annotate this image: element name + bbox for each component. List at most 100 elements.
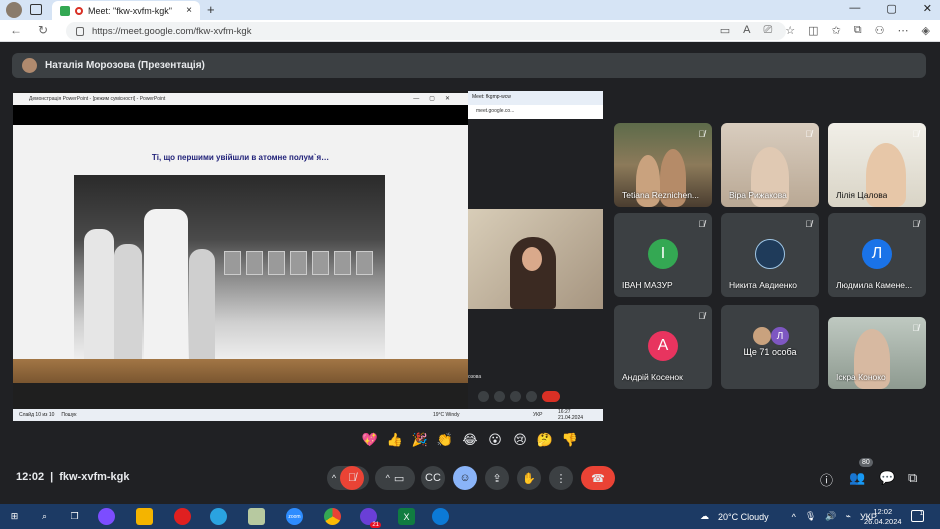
chat-icon[interactable]: 💬: [879, 470, 895, 486]
tab-title: Meet: "fkw-xvfm-kgk": [88, 5, 172, 16]
participant-tile-0[interactable]: 🎙̸ Tetiana Reznichen...: [614, 123, 712, 207]
favorites-icon[interactable]: ✩: [832, 24, 841, 37]
camera-permission-icon[interactable]: ▭: [720, 24, 730, 37]
participant-tile-more[interactable]: Л Ще 71 особа: [721, 305, 819, 389]
task-view-icon[interactable]: ❒: [66, 508, 83, 525]
meeting-details-icon[interactable]: ⓘ: [820, 470, 833, 489]
presenter-search: Пошук: [61, 412, 77, 418]
reaction-party-icon[interactable]: 🎉: [410, 430, 430, 450]
maximize-button[interactable]: ▢: [886, 2, 896, 15]
presenter-label: Наталія Морозова (Презентація): [45, 60, 205, 71]
profile-avatar[interactable]: [6, 2, 22, 18]
url-text: https://meet.google.com/fkw-xvfm-kgk: [92, 25, 252, 37]
collections-icon[interactable]: ⧉: [854, 24, 862, 37]
participant-name: Андрій Косенок: [622, 372, 683, 382]
extensions-icon[interactable]: ⚇: [875, 24, 885, 37]
camera-icon[interactable]: ▭: [394, 472, 404, 485]
new-tab-button[interactable]: +: [207, 2, 215, 17]
network-icon[interactable]: ⌁: [846, 511, 851, 522]
camera-control[interactable]: ^ ▭: [375, 466, 415, 490]
copilot-app-icon[interactable]: [98, 508, 115, 525]
reaction-clap-icon[interactable]: 👏: [435, 430, 455, 450]
participant-tile-8[interactable]: 🎙̸ Іскра Коноко: [828, 317, 926, 389]
minimize-button[interactable]: —: [849, 2, 860, 15]
participant-avatar: А: [648, 331, 678, 361]
muted-mic-icon: 🎙̸: [912, 323, 919, 333]
close-window-button[interactable]: ✕: [923, 2, 932, 15]
lock-icon[interactable]: [76, 26, 84, 36]
read-aloud-icon[interactable]: A: [743, 24, 750, 37]
muted-mic-icon: 🎙̸: [912, 129, 919, 139]
participant-tile-4[interactable]: 🎙̸ Никита Авдиенко: [721, 213, 819, 297]
camera-options-chevron-icon[interactable]: ^: [386, 473, 390, 483]
app-icon[interactable]: [248, 508, 265, 525]
excel-icon[interactable]: X: [398, 508, 415, 525]
address-toolbar: ← ↻ https://meet.google.com/fkw-xvfm-kgk…: [0, 20, 940, 42]
file-explorer-icon[interactable]: [136, 508, 153, 525]
chrome-icon[interactable]: [324, 508, 341, 525]
tab-close-icon[interactable]: ×: [186, 5, 192, 16]
presenter-avatar: [22, 58, 37, 73]
refresh-icon[interactable]: ↻: [38, 23, 48, 37]
microphone-tray-icon[interactable]: 🎙: [805, 511, 816, 522]
reaction-laugh-icon[interactable]: 😂: [460, 430, 480, 450]
more-participants-label: Ще 71 особа: [743, 347, 797, 357]
reaction-thinking-icon[interactable]: 🤔: [535, 430, 555, 450]
slide-floor: [13, 359, 468, 383]
cast-icon[interactable]: ⎚: [763, 24, 772, 37]
reaction-heart-icon[interactable]: 💖: [360, 430, 380, 450]
windows-start-icon[interactable]: ⊞: [6, 508, 23, 525]
participant-tile-1[interactable]: 🎙̸ Віра Рижакова: [721, 123, 819, 207]
participant-tile-2[interactable]: 🎙̸ Лілія Цалова: [828, 123, 926, 207]
present-screen-button[interactable]: ⇪: [485, 466, 509, 490]
clock-date: 26.04.2024: [864, 517, 902, 526]
participant-tile-6[interactable]: 🎙̸ А Андрій Косенок: [614, 305, 712, 389]
participant-mini-avatar-initial: Л: [771, 327, 789, 345]
powerpoint-window-controls: —▢✕: [413, 96, 460, 102]
volume-icon[interactable]: 🔊: [825, 511, 836, 522]
more-menu-icon[interactable]: ⋯: [898, 24, 909, 37]
notifications-icon[interactable]: 1: [911, 510, 924, 522]
captions-button[interactable]: CC: [421, 466, 445, 490]
clock[interactable]: 12:02 26.04.2024: [864, 507, 902, 527]
mic-muted-icon[interactable]: 🎙̸: [340, 466, 365, 490]
hand-icon: ✋: [522, 472, 536, 485]
browser-tab-meet[interactable]: Meet: "fkw-xvfm-kgk" ×: [52, 1, 200, 20]
muted-mic-icon: 🎙̸: [912, 219, 919, 229]
edge-icon[interactable]: [432, 508, 449, 525]
opera-icon[interactable]: [174, 508, 191, 525]
presenter-taskbar: Слайд 10 из 10 Пошук 19°C Windy УКР 16:2…: [13, 409, 603, 421]
mic-control[interactable]: ^ 🎙̸: [327, 466, 369, 490]
reaction-sad-icon[interactable]: 😢: [510, 430, 530, 450]
back-arrow-icon[interactable]: ←: [10, 23, 22, 37]
address-bar[interactable]: https://meet.google.com/fkw-xvfm-kgk: [66, 22, 786, 40]
weather-icon[interactable]: ☁: [700, 511, 709, 522]
presenter-date: 21.04.2024: [558, 415, 584, 421]
mic-options-chevron-icon[interactable]: ^: [332, 473, 336, 483]
search-icon[interactable]: ⌕: [36, 508, 53, 525]
telegram-icon[interactable]: [210, 508, 227, 525]
tab-actions-icon[interactable]: [30, 4, 42, 15]
muted-mic-icon: 🎙̸: [805, 129, 812, 139]
reaction-surprised-icon[interactable]: 😮: [485, 430, 505, 450]
zoom-icon[interactable]: zoom: [286, 508, 303, 525]
tray-overflow-icon[interactable]: ^: [792, 512, 796, 522]
participant-tile-5[interactable]: 🎙̸ Л Людмила Камене...: [828, 213, 926, 297]
raise-hand-button[interactable]: ✋: [517, 466, 541, 490]
leave-call-button[interactable]: ☎: [581, 466, 615, 490]
favorite-star-icon[interactable]: ☆: [785, 24, 795, 37]
weather-text[interactable]: 20°C Cloudy: [718, 512, 769, 522]
activities-icon[interactable]: ⧉: [908, 470, 917, 486]
participant-name: ІВАН МАЗУР: [622, 280, 673, 290]
split-screen-icon[interactable]: ◫: [808, 24, 818, 37]
more-options-button[interactable]: ⋮: [549, 466, 573, 490]
people-icon[interactable]: 👥: [849, 470, 865, 486]
participant-tile-3[interactable]: 🎙̸ І ІВАН МАЗУР: [614, 213, 712, 297]
powerpoint-window: Демонстрація PowerPoint - [режим сумісно…: [13, 93, 468, 383]
reaction-thumbs-up-icon[interactable]: 👍: [385, 430, 405, 450]
reaction-thumbs-down-icon[interactable]: 👎: [560, 430, 580, 450]
shared-screen[interactable]: Демонстрація PowerPoint - [режим сумісно…: [13, 91, 603, 421]
viber-icon[interactable]: 21: [360, 508, 381, 528]
copilot-icon[interactable]: ◈: [922, 24, 930, 37]
emoji-reactions-button[interactable]: ☺: [453, 466, 477, 490]
